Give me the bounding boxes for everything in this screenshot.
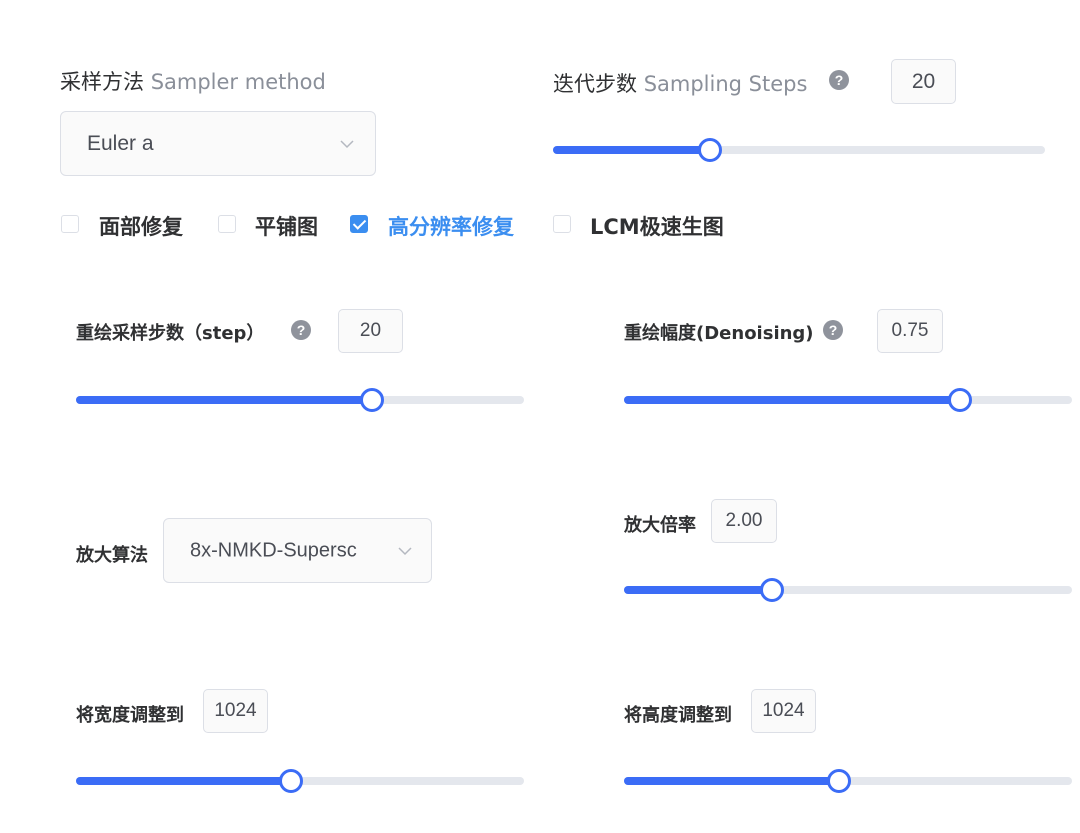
sampler-value: Euler a xyxy=(87,131,154,155)
slider-thumb[interactable] xyxy=(279,769,304,793)
slider-fill xyxy=(76,777,292,785)
checkbox-label-hires-fix[interactable]: 高分辨率修复 xyxy=(388,211,514,241)
checkbox-label-tiling[interactable]: 平铺图 xyxy=(255,211,318,241)
upscale-by-input[interactable]: 2.00 xyxy=(711,499,777,543)
resize-width-slider[interactable] xyxy=(76,769,524,793)
slider-fill xyxy=(624,586,772,594)
sampler-label: 采样方法 Sampler method xyxy=(60,66,326,96)
checkbox-label-face-restore[interactable]: 面部修复 xyxy=(99,211,183,241)
sampler-select[interactable]: Euler a xyxy=(60,111,376,176)
checkbox-tiling[interactable] xyxy=(218,215,236,233)
steps-slider[interactable] xyxy=(553,138,1045,162)
slider-thumb[interactable] xyxy=(698,138,723,162)
upscale-by-label: 放大倍率 xyxy=(624,515,696,536)
steps-label-en: Sampling Steps xyxy=(643,72,808,96)
resample-steps-input[interactable]: 20 xyxy=(338,309,403,353)
checkbox-face-restore[interactable] xyxy=(61,215,79,233)
resample-steps-label: 重绘采样步数（step） xyxy=(76,323,265,344)
resize-width-input[interactable]: 1024 xyxy=(203,689,268,733)
slider-thumb[interactable] xyxy=(948,388,972,412)
slider-thumb[interactable] xyxy=(359,388,384,412)
denoising-input[interactable]: 0.75 xyxy=(877,309,943,353)
resample-steps-slider[interactable] xyxy=(76,388,524,412)
resize-height-input[interactable]: 1024 xyxy=(751,689,816,733)
steps-label-cn: 迭代步数 xyxy=(553,72,637,96)
slider-thumb[interactable] xyxy=(827,769,852,793)
slider-fill xyxy=(76,396,372,404)
checkbox-lcm[interactable] xyxy=(553,215,571,233)
resize-height-label: 将高度调整到 xyxy=(624,705,732,726)
upscaler-select[interactable]: 8x-NMKD-Supersc xyxy=(163,518,432,583)
upscaler-value: 8x-NMKD-Supersc xyxy=(190,539,357,561)
checkbox-label-lcm[interactable]: LCM极速生图 xyxy=(590,211,724,241)
upscale-by-slider[interactable] xyxy=(624,578,1072,602)
chevron-down-icon xyxy=(398,546,412,555)
slider-fill xyxy=(624,777,840,785)
sampler-label-en: Sampler method xyxy=(150,70,326,94)
slider-fill xyxy=(553,146,711,154)
upscaler-label: 放大算法 xyxy=(76,545,148,566)
chevron-down-icon xyxy=(340,139,354,148)
question-circle-icon[interactable]: ? xyxy=(829,70,849,90)
denoising-label: 重绘幅度(Denoising) xyxy=(624,323,814,344)
sampler-label-cn: 采样方法 xyxy=(60,70,144,94)
resize-width-label: 将宽度调整到 xyxy=(76,705,184,726)
steps-label: 迭代步数 Sampling Steps xyxy=(553,68,807,98)
slider-thumb[interactable] xyxy=(759,578,784,602)
slider-fill xyxy=(624,396,960,404)
steps-input[interactable]: 20 xyxy=(891,59,956,104)
question-circle-icon[interactable]: ? xyxy=(823,320,843,340)
checkbox-hires-fix[interactable] xyxy=(350,215,368,233)
resize-height-slider[interactable] xyxy=(624,769,1072,793)
question-circle-icon[interactable]: ? xyxy=(291,320,311,340)
denoising-slider[interactable] xyxy=(624,388,1072,412)
